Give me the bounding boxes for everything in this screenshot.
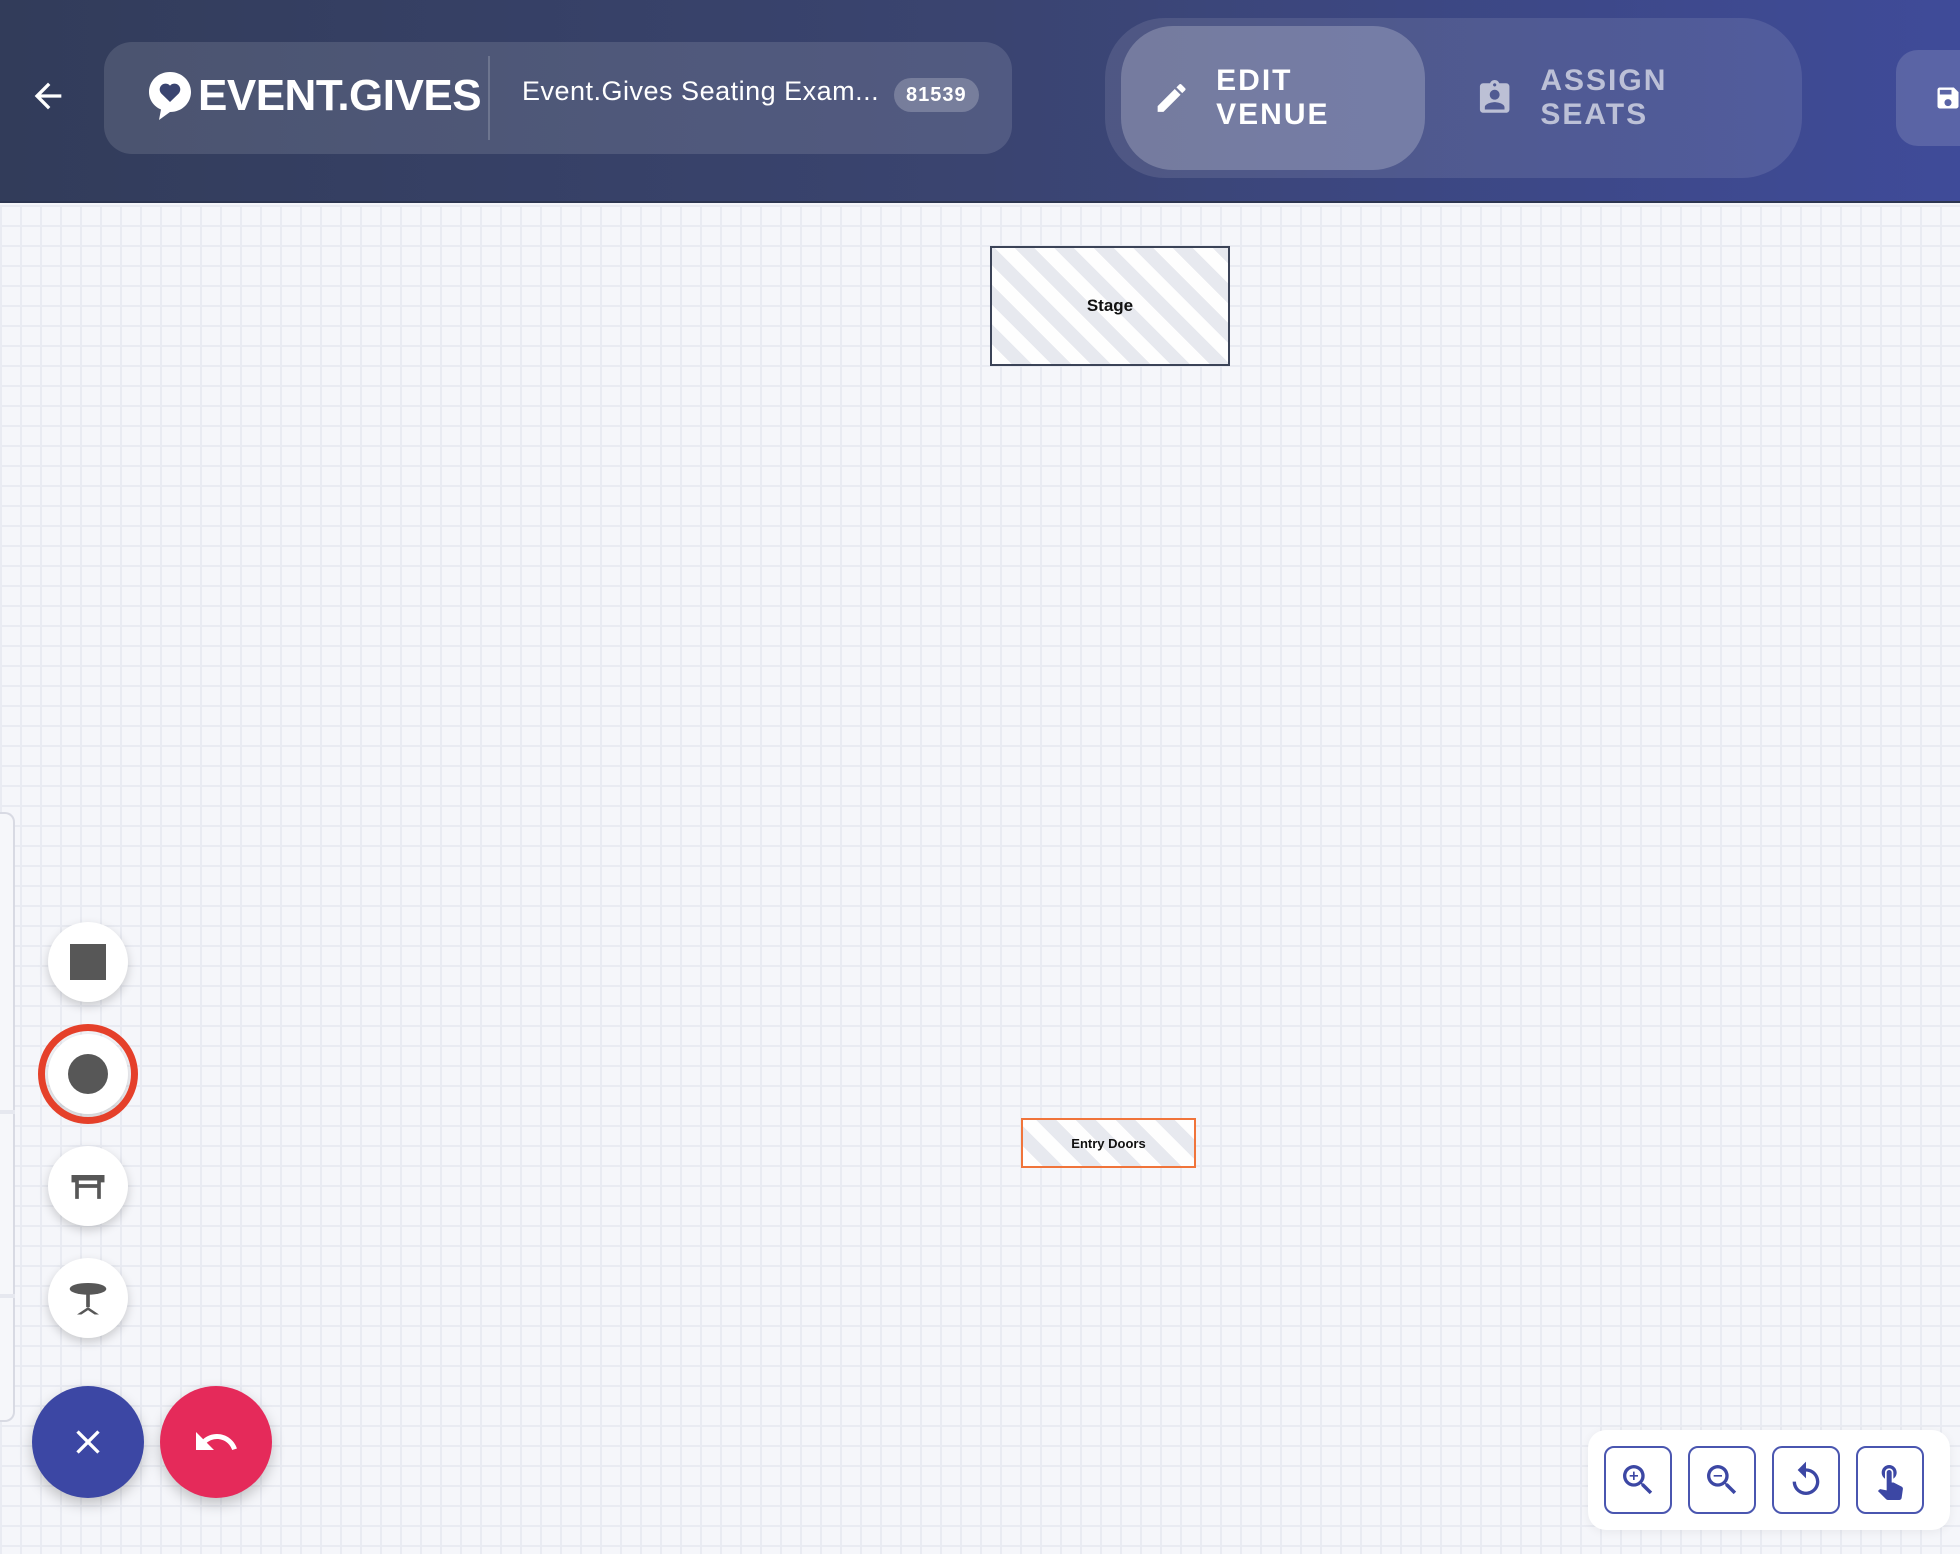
event-name: Event.Gives Seating Exam... xyxy=(522,76,880,106)
hand-pointer-icon xyxy=(1877,1465,1903,1500)
undo-icon xyxy=(196,1432,237,1450)
zoom-out-button[interactable] xyxy=(1688,1446,1756,1514)
rectangular-table-tool[interactable] xyxy=(48,1146,128,1226)
zoom-in-icon xyxy=(1623,1465,1653,1495)
round-table-tool[interactable] xyxy=(48,1258,128,1338)
rotate-icon xyxy=(1792,1461,1820,1495)
tool-drawer-edge[interactable] xyxy=(0,812,15,1422)
save-button[interactable] xyxy=(1896,50,1960,146)
divider xyxy=(488,56,490,140)
zoom-toolbar xyxy=(1588,1430,1950,1530)
brand-name: EVENT.GIVES xyxy=(198,71,482,120)
venue-canvas[interactable] xyxy=(0,205,1960,1554)
badge-icon xyxy=(1479,79,1510,113)
square-icon xyxy=(70,944,106,980)
edit-venue-button[interactable]: EDIT VENUE xyxy=(1121,26,1425,170)
entry-doors-object[interactable]: Entry Doors xyxy=(1021,1118,1196,1168)
pencil-icon xyxy=(1157,84,1186,112)
drawer-notch xyxy=(0,1294,15,1298)
back-button[interactable] xyxy=(24,72,72,120)
stage-label: Stage xyxy=(1086,296,1134,315)
circle-icon xyxy=(68,1054,108,1094)
zoom-in-button[interactable] xyxy=(1604,1446,1672,1514)
edit-venue-label: EDIT VENUE xyxy=(1216,64,1330,131)
reset-view-button[interactable] xyxy=(1772,1446,1840,1514)
circle-shape-tool[interactable] xyxy=(38,1024,138,1124)
assign-seats-label: ASSIGN SEATS xyxy=(1540,64,1668,131)
save-icon xyxy=(1937,87,1959,109)
arrow-left-icon xyxy=(34,82,62,110)
top-header: EVENT.GIVES Event.Gives Seating Exam... … xyxy=(0,0,1960,203)
undo-button[interactable] xyxy=(160,1386,272,1498)
close-button[interactable] xyxy=(32,1386,144,1498)
drawer-notch xyxy=(0,1110,15,1114)
entry-doors-label: Entry Doors xyxy=(1071,1135,1146,1151)
heart-bubble-icon xyxy=(149,72,191,120)
stage-object[interactable]: Stage xyxy=(990,246,1230,366)
table-icon xyxy=(71,1175,105,1199)
assign-seats-button[interactable]: ASSIGN SEATS xyxy=(1443,26,1802,170)
brand-pill: EVENT.GIVES Event.Gives Seating Exam... … xyxy=(104,42,1012,154)
mode-switcher: EDIT VENUE ASSIGN SEATS xyxy=(1105,18,1802,178)
zoom-out-icon xyxy=(1707,1465,1737,1495)
round-table-icon xyxy=(69,1282,107,1315)
brand-logo: EVENT.GIVES xyxy=(146,64,482,128)
close-icon xyxy=(76,1430,100,1454)
square-shape-tool[interactable] xyxy=(48,922,128,1002)
pan-mode-button[interactable] xyxy=(1856,1446,1924,1514)
event-id-badge: 81539 xyxy=(894,78,979,112)
